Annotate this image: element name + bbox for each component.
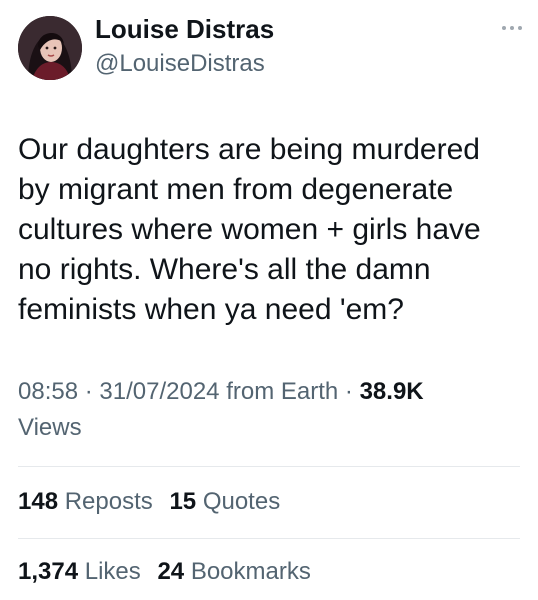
tweet-metadata: 08:58 · 31/07/2024 from Earth · 38.9K Vi…	[18, 374, 528, 446]
bookmarks-count: 24	[157, 558, 185, 585]
meta-separator: ·	[84, 378, 93, 405]
author-handle[interactable]: @LouiseDistras	[95, 50, 265, 78]
likes-stat[interactable]: 1,374 Likes	[18, 558, 147, 585]
more-dots-icon[interactable]	[500, 22, 524, 34]
engagement-row-likes: 1,374 Likes 24 Bookmarks	[18, 558, 311, 586]
quotes-label: Quotes	[202, 488, 281, 515]
divider	[18, 538, 520, 539]
likes-count: 1,374	[18, 558, 79, 585]
tweet-source: from Earth	[226, 378, 339, 405]
bookmarks-stat[interactable]: 24 Bookmarks	[157, 558, 310, 585]
avatar[interactable]	[18, 16, 82, 80]
tweet-time[interactable]: 08:58	[18, 378, 78, 405]
meta-separator: ·	[344, 378, 353, 405]
engagement-row-reposts: 148 Reposts 15 Quotes	[18, 488, 280, 516]
views-count: 38.9K	[359, 378, 424, 405]
author-display-name[interactable]: Louise Distras	[95, 14, 274, 45]
views-label: Views	[18, 414, 82, 441]
divider	[18, 466, 520, 467]
likes-label: Likes	[84, 558, 141, 585]
tweet-text: Our daughters are being murdered by migr…	[18, 133, 481, 326]
tweet-date[interactable]: 31/07/2024	[99, 378, 219, 405]
reposts-label: Reposts	[64, 488, 153, 515]
profile-photo-icon	[18, 16, 82, 80]
reposts-count: 148	[18, 488, 59, 515]
quotes-stat[interactable]: 15 Quotes	[169, 488, 280, 515]
reposts-stat[interactable]: 148 Reposts	[18, 488, 159, 515]
quotes-count: 15	[169, 488, 197, 515]
bookmarks-label: Bookmarks	[190, 558, 311, 585]
tweet-card: Louise Distras @LouiseDistras Our daught…	[0, 0, 538, 600]
